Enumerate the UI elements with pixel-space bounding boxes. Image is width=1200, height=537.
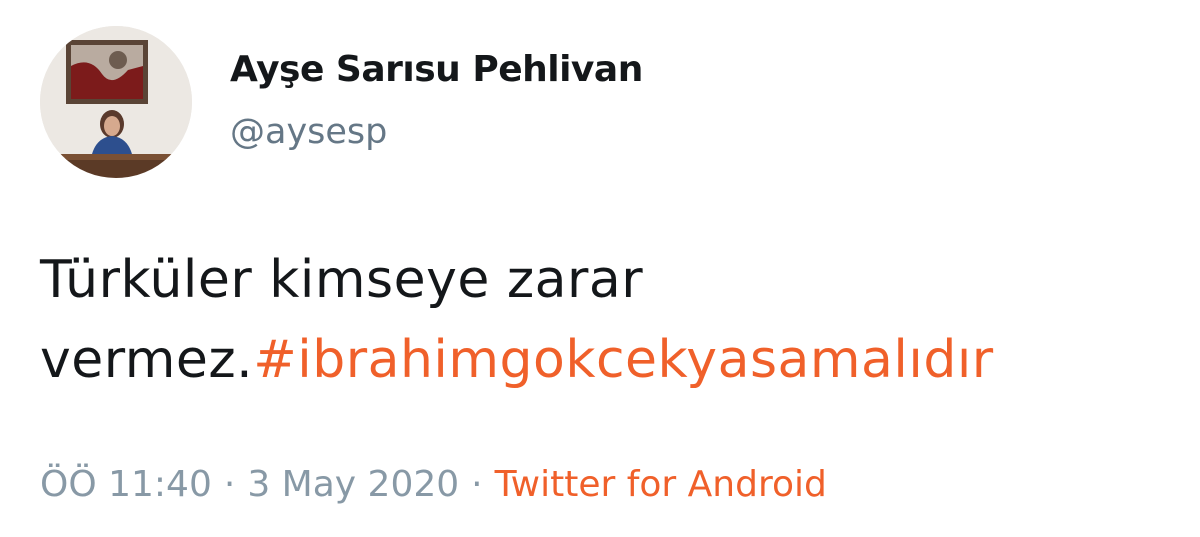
tweet-text-line-1: Türküler kimseye zarar	[40, 250, 644, 310]
avatar[interactable]	[40, 26, 192, 178]
tweet-time[interactable]: ÖÖ 11:40	[40, 464, 212, 505]
source-link[interactable]: Twitter for Android	[495, 464, 827, 505]
tweet-text: Türküler kimseye zarar vermez.#ibrahimgo…	[40, 240, 1170, 400]
meta-separator: ·	[223, 464, 236, 505]
author-name[interactable]: Ayşe Sarısu Pehlivan	[230, 49, 643, 90]
meta-separator-2: ·	[471, 464, 483, 505]
tweet-date[interactable]: 3 May 2020	[247, 464, 459, 505]
avatar-photo	[40, 26, 192, 178]
tweet-text-prefix: vermez.	[40, 330, 254, 390]
author-handle[interactable]: @aysesp	[230, 112, 387, 152]
tweet-card: Ayşe Sarısu Pehlivan @aysesp Türküler ki…	[0, 0, 1200, 537]
hashtag-link[interactable]: #ibrahimgokcekyasamalıdır	[253, 330, 993, 390]
tweet-meta: ÖÖ 11:40 · 3 May 2020 · Twitter for Android	[40, 464, 827, 505]
tweet-text-line-2: vermez.#ibrahimgokcekyasamalıdır	[40, 320, 1170, 400]
